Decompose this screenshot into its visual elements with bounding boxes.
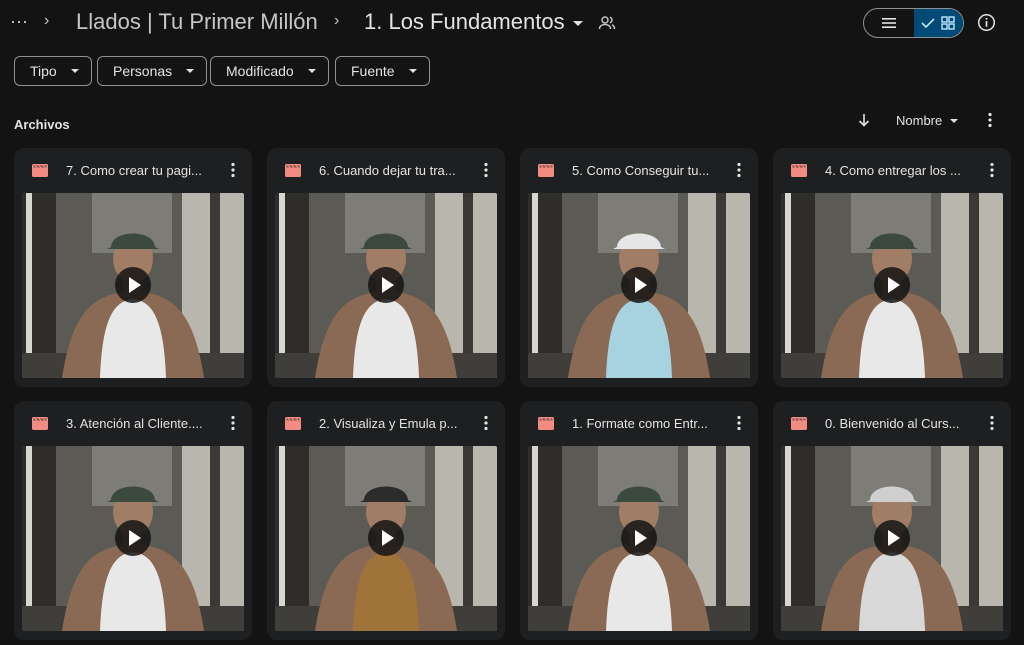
play-icon[interactable] — [621, 267, 657, 303]
more-vertical-icon[interactable] — [224, 161, 242, 179]
current-folder-label: 1. Los Fundamentos — [364, 9, 565, 34]
view-toggle — [863, 8, 964, 38]
video-icon — [285, 417, 301, 430]
filter-modified-button[interactable]: Modificado — [210, 56, 329, 86]
video-icon — [538, 164, 554, 177]
video-thumbnail[interactable] — [781, 193, 1003, 378]
filter-source-label: Fuente — [351, 63, 395, 79]
video-thumbnail[interactable] — [275, 446, 497, 631]
breadcrumb-current-folder[interactable]: 1. Los Fundamentos — [364, 9, 583, 35]
file-title[interactable]: 2. Visualiza y Emula p... — [319, 416, 469, 431]
more-vertical-icon[interactable] — [983, 414, 1001, 432]
video-thumbnail[interactable] — [781, 446, 1003, 631]
file-title[interactable]: 7. Como crear tu pagi... — [66, 163, 216, 178]
section-title: Archivos — [14, 117, 70, 132]
filter-type-label: Tipo — [30, 63, 57, 79]
more-vertical-icon[interactable] — [224, 414, 242, 432]
more-vertical-icon[interactable] — [477, 161, 495, 179]
filter-people-button[interactable]: Personas — [97, 56, 208, 86]
file-title[interactable]: 5. Como Conseguir tu... — [572, 163, 722, 178]
video-thumbnail[interactable] — [528, 446, 750, 631]
top-bar: ⋯ › Llados | Tu Primer Millón › 1. Los F… — [0, 0, 1024, 46]
file-title[interactable]: 3. Atención al Cliente.... — [66, 416, 216, 431]
more-vertical-icon[interactable] — [477, 414, 495, 432]
list-icon — [881, 18, 896, 28]
video-icon — [32, 417, 48, 430]
more-vertical-icon[interactable] — [981, 111, 999, 129]
file-card[interactable]: 0. Bienvenido al Curs... — [773, 401, 1011, 640]
filter-modified-label: Modificado — [226, 63, 294, 79]
chevron-down-icon — [186, 69, 195, 73]
grid-view-button[interactable] — [913, 9, 963, 37]
video-thumbnail[interactable] — [22, 446, 244, 631]
chevron-right-icon: › — [334, 12, 340, 29]
file-title[interactable]: 4. Como entregar los ... — [825, 163, 975, 178]
file-title[interactable]: 1. Formate como Entr... — [572, 416, 722, 431]
breadcrumb-parent-folder[interactable]: Llados | Tu Primer Millón — [76, 9, 318, 35]
file-card[interactable]: 5. Como Conseguir tu... — [520, 148, 758, 387]
file-title[interactable]: 6. Cuando dejar tu tra... — [319, 163, 469, 178]
filter-type-button[interactable]: Tipo — [14, 56, 92, 86]
chevron-down-icon — [408, 69, 417, 73]
video-icon — [285, 164, 301, 177]
file-card[interactable]: 3. Atención al Cliente.... — [14, 401, 252, 640]
play-icon[interactable] — [621, 520, 657, 556]
play-icon[interactable] — [115, 267, 151, 303]
arrow-down-icon[interactable] — [856, 112, 872, 128]
video-thumbnail[interactable] — [22, 193, 244, 378]
sort-by-button[interactable]: Nombre — [896, 113, 959, 128]
file-card[interactable]: 2. Visualiza y Emula p... — [267, 401, 505, 640]
video-thumbnail[interactable] — [528, 193, 750, 378]
more-vertical-icon[interactable] — [730, 161, 748, 179]
chevron-down-icon — [70, 69, 79, 73]
chevron-down-icon — [307, 69, 316, 73]
more-vertical-icon[interactable] — [983, 161, 1001, 179]
play-icon[interactable] — [115, 520, 151, 556]
filter-people-label: Personas — [113, 63, 173, 79]
play-icon[interactable] — [874, 267, 910, 303]
play-icon[interactable] — [368, 520, 404, 556]
info-icon[interactable] — [977, 13, 996, 32]
filter-source-button[interactable]: Fuente — [335, 56, 430, 86]
people-icon[interactable] — [598, 14, 616, 32]
grid-check-icon — [921, 16, 955, 30]
file-title[interactable]: 0. Bienvenido al Curs... — [825, 416, 975, 431]
more-vertical-icon[interactable] — [730, 414, 748, 432]
list-view-button[interactable] — [864, 9, 914, 37]
chevron-down-icon — [572, 20, 583, 26]
chevron-right-icon: › — [44, 12, 50, 29]
video-thumbnail[interactable] — [275, 193, 497, 378]
sort-by-label: Nombre — [896, 113, 943, 128]
file-card[interactable]: 4. Como entregar los ... — [773, 148, 1011, 387]
file-card[interactable]: 6. Cuando dejar tu tra... — [267, 148, 505, 387]
video-icon — [32, 164, 48, 177]
more-horizontal-icon[interactable]: ⋯ — [10, 12, 30, 32]
chevron-down-icon — [950, 118, 959, 123]
video-icon — [791, 164, 807, 177]
video-icon — [791, 417, 807, 430]
play-icon[interactable] — [874, 520, 910, 556]
video-icon — [538, 417, 554, 430]
file-card[interactable]: 7. Como crear tu pagi... — [14, 148, 252, 387]
file-card[interactable]: 1. Formate como Entr... — [520, 401, 758, 640]
play-icon[interactable] — [368, 267, 404, 303]
